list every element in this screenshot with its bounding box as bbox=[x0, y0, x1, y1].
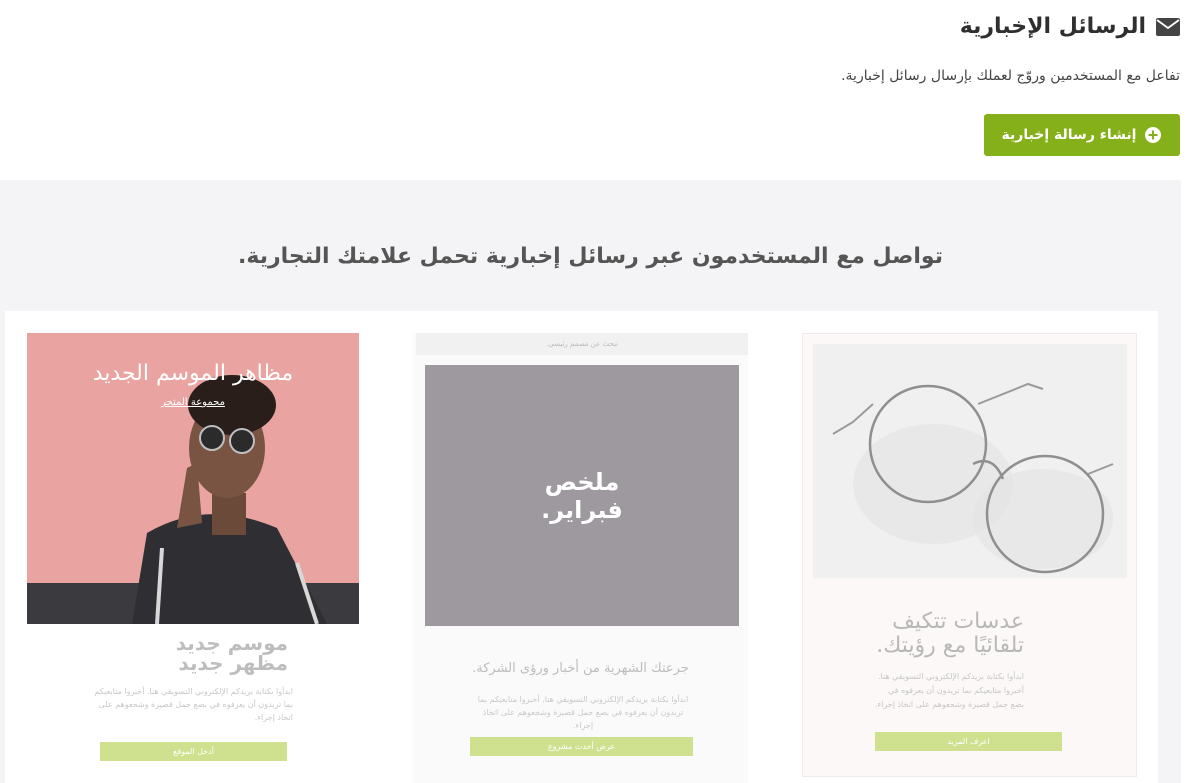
page-header: الرسائل الإخبارية bbox=[20, 14, 1180, 39]
fashion-image: مظاهر الموسم الجديد مجموعة المتجر bbox=[27, 333, 359, 624]
glasses-illustration bbox=[813, 344, 1127, 578]
showcase-heading: تواصل مع المستخدمون عبر رسائل إخبارية تح… bbox=[238, 244, 943, 269]
fashion-card-button[interactable]: أدخل الموقع bbox=[100, 742, 287, 761]
template-card-summary: تبحث عن مصمم رئيسي. ملخص فبراير. جرعتك ا… bbox=[413, 333, 748, 783]
glasses-card-body: ابدأوا بكتابة بريدكم الإلكتروني التسويقي… bbox=[874, 672, 1024, 709]
create-newsletter-label: إنشاء رسالة إخبارية bbox=[1001, 127, 1137, 143]
glasses-image bbox=[813, 344, 1127, 578]
fashion-heading-line1: موسم جديد bbox=[175, 631, 288, 655]
fashion-heading-line2: مظهر جديد bbox=[178, 651, 288, 675]
template-showcase: عدسات تتكيف تلقائيًا مع رؤيتك. ابدأوا بك… bbox=[5, 311, 1158, 783]
fashion-card-body: ابدأوا بكتابة بريدكم الإلكتروني التسويقي… bbox=[94, 687, 293, 722]
glasses-title-line1: عدسات تتكيف bbox=[892, 609, 1024, 634]
title-row: الرسائل الإخبارية bbox=[20, 14, 1180, 39]
create-newsletter-button[interactable]: إنشاء رسالة إخبارية bbox=[984, 114, 1180, 156]
page-subtitle: تفاعل مع المستخدمين وروّج لعملك بإرسال ر… bbox=[841, 68, 1180, 84]
glasses-card-button[interactable]: اعرف المزيد bbox=[875, 732, 1062, 751]
fashion-card-heading: موسم جديد مظهر جديد bbox=[176, 633, 288, 673]
summary-image: ملخص فبراير. bbox=[425, 365, 739, 626]
summary-image-line1: ملخص bbox=[544, 468, 620, 496]
page-title: الرسائل الإخبارية bbox=[959, 14, 1146, 39]
empty-state-panel: تواصل مع المستخدمون عبر رسائل إخبارية تح… bbox=[0, 180, 1181, 783]
summary-card-heading: جرعتك الشهرية من أخبار ورؤى الشركة. bbox=[472, 661, 689, 676]
summary-card-body: ابدأوا بكتابة بريدكم الإلكتروني التسويقي… bbox=[477, 695, 689, 730]
summary-top-bar: تبحث عن مصمم رئيسي. bbox=[416, 333, 748, 355]
plus-circle-icon bbox=[1145, 127, 1162, 143]
template-card-glasses: عدسات تتكيف تلقائيًا مع رؤيتك. ابدأوا بك… bbox=[802, 333, 1137, 777]
fashion-image-title: مظاهر الموسم الجديد bbox=[92, 361, 294, 386]
template-card-fashion: مظاهر الموسم الجديد مجموعة المتجر موسم ج… bbox=[24, 333, 359, 783]
envelope-icon bbox=[1156, 17, 1180, 36]
glasses-title-line2: تلقائيًا مع رؤيتك. bbox=[876, 633, 1024, 658]
summary-image-line2: فبراير. bbox=[541, 496, 623, 524]
fashion-image-link[interactable]: مجموعة المتجر bbox=[27, 397, 359, 408]
summary-card-button[interactable]: عرض أحدث مشروع bbox=[470, 737, 693, 756]
glasses-card-title: عدسات تتكيف تلقائيًا مع رؤيتك. bbox=[876, 610, 1024, 658]
